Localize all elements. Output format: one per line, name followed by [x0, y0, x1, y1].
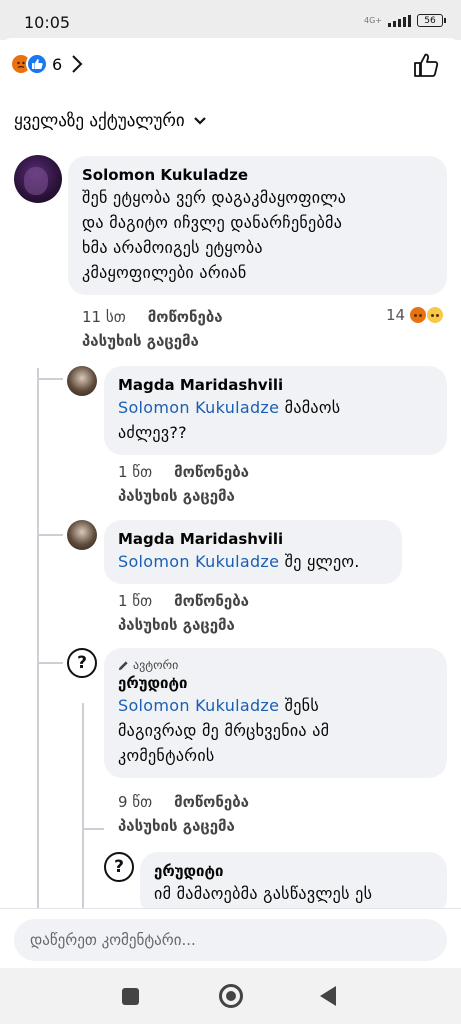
mention-link[interactable]: Solomon Kukuladze: [118, 696, 279, 715]
comments-sheet: 6 ყველაზე აქტუალური Solomon Kukuladze შე…: [0, 38, 461, 968]
comment-text: იმ მამაოებმა გასწავლეს ეს: [154, 884, 373, 903]
thread-connector: [37, 662, 63, 664]
reply-bubble: ავტორი ერუდიტი Solomon Kukuladze შენს მა…: [104, 648, 447, 778]
angry-emoji-icon: [409, 306, 428, 324]
thread-connector: [82, 828, 104, 830]
like-link[interactable]: მოწონება: [174, 463, 249, 481]
battery-level: 56: [424, 15, 436, 26]
comment-text: Solomon Kukuladze შე ყლეო.: [118, 552, 360, 571]
comment-text: შენ ეტყობა ვერ დაგაკმაყოფილა და მაგიტო ი…: [82, 188, 347, 282]
comment-time: 11 სთ: [82, 308, 126, 326]
comment-meta: 1 წთ მოწონება: [118, 463, 249, 481]
comment-text: Solomon Kukuladze მამაოს აძლევ??: [118, 398, 341, 442]
comment-composer: [0, 908, 461, 968]
like-link[interactable]: მოწონება: [174, 592, 249, 610]
reply-bubble: Magda Maridashvili Solomon Kukuladze მამ…: [104, 366, 447, 455]
reply-bubble: Magda Maridashvili Solomon Kukuladze შე …: [104, 520, 402, 584]
system-nav-bar: [0, 968, 461, 1024]
thread-line-nested: [82, 703, 84, 908]
sad-emoji-icon: [426, 306, 445, 324]
network-type: 4G+: [364, 15, 382, 25]
like-button-icon[interactable]: [413, 52, 439, 78]
comment-text: Solomon Kukuladze შენს მაგივრად მე მრცხვ…: [118, 696, 330, 765]
reaction-count: 6: [52, 54, 63, 74]
reply-link[interactable]: პასუხის გაცემა: [118, 487, 235, 505]
comment-bubble: Solomon Kukuladze შენ ეტყობა ვერ დაგაკმა…: [68, 156, 447, 295]
home-button[interactable]: [219, 984, 243, 1008]
avatar[interactable]: [67, 520, 97, 550]
comment-time: 1 წთ: [118, 592, 153, 610]
reply-link[interactable]: პასუხის გაცემა: [118, 817, 235, 835]
avatar[interactable]: ?: [104, 852, 134, 882]
status-time: 10:05: [24, 13, 71, 32]
comment-reactions[interactable]: 14: [386, 306, 445, 324]
avatar[interactable]: ?: [67, 648, 97, 678]
status-icons: 4G+ 56: [364, 14, 446, 27]
signal-icon: [388, 14, 411, 27]
comment-meta: 1 წთ მოწონება: [118, 592, 249, 610]
battery-icon: 56: [417, 14, 446, 27]
comment-reaction-count: 14: [386, 306, 406, 324]
comment-author[interactable]: Magda Maridashvili: [118, 529, 388, 549]
comment-author[interactable]: Magda Maridashvili: [118, 375, 433, 395]
sort-dropdown[interactable]: ყველაზე აქტუალური: [14, 111, 207, 131]
reply-bubble: ერუდიტი იმ მამაოებმა გასწავლეს ეს: [140, 852, 447, 916]
comment-meta: 11 სთ მოწონება: [82, 308, 223, 326]
like-reaction-icon: [26, 53, 48, 75]
thread-line: [37, 368, 39, 908]
comment-time: 1 წთ: [118, 463, 153, 481]
pencil-icon: [118, 660, 128, 670]
mention-link[interactable]: Solomon Kukuladze: [118, 552, 279, 571]
like-link[interactable]: მოწონება: [174, 793, 249, 811]
sort-label: ყველაზე აქტუალური: [14, 111, 185, 131]
comment-meta: 9 წთ მოწონება: [118, 793, 249, 811]
comment-author[interactable]: ერუდიტი: [154, 861, 433, 881]
comment-time: 9 წთ: [118, 793, 153, 811]
reply-link[interactable]: პასუხის გაცემა: [82, 332, 199, 350]
avatar[interactable]: [67, 366, 97, 396]
mention-link[interactable]: Solomon Kukuladze: [118, 398, 279, 417]
comment-author[interactable]: ერუდიტი: [118, 673, 433, 693]
reactions-summary-button[interactable]: 6: [10, 52, 84, 76]
status-bar: 10:05 4G+ 56: [0, 0, 461, 40]
chevron-down-icon: [193, 117, 206, 125]
author-badge: ავტორი: [118, 657, 433, 673]
reply-link[interactable]: პასუხის გაცემა: [118, 616, 235, 634]
avatar[interactable]: [14, 155, 62, 203]
thread-connector: [37, 534, 63, 536]
back-button[interactable]: [320, 986, 336, 1006]
chevron-right-icon: [72, 55, 83, 73]
like-link[interactable]: მოწონება: [148, 308, 223, 326]
thread-connector: [37, 378, 63, 380]
comment-author[interactable]: Solomon Kukuladze: [82, 165, 433, 185]
comment-input[interactable]: [14, 919, 447, 961]
recent-apps-button[interactable]: [122, 988, 139, 1005]
